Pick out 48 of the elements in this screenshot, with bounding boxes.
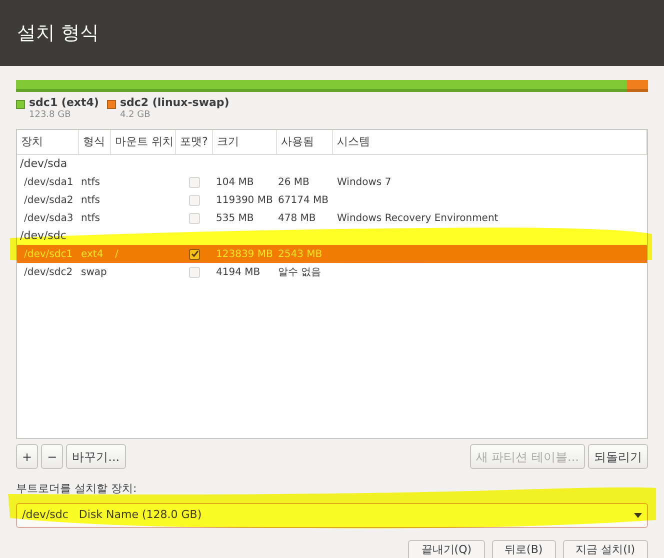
table-cell-text: /dev/sda1 bbox=[23, 176, 74, 190]
toolbar-button[interactable]: 바꾸기... bbox=[66, 444, 126, 469]
toolbar-button[interactable]: − bbox=[41, 444, 64, 469]
toolbar-button[interactable]: 되돌리기 bbox=[588, 444, 648, 469]
disk-name: /dev/sda bbox=[20, 156, 68, 172]
table-cell: 535 MB bbox=[216, 212, 254, 224]
table-cell: swap bbox=[81, 266, 107, 278]
table-cell: ntfs bbox=[81, 212, 100, 224]
table-cell: Windows Recovery Environment bbox=[337, 212, 498, 224]
footer-button[interactable]: 끝내기(Q) bbox=[408, 540, 485, 558]
partition-row[interactable]: /dev/sda2 ntfs 119390 MB 67174 MB bbox=[17, 191, 647, 209]
column-header[interactable]: 마운트 위치 bbox=[111, 130, 176, 154]
column-header[interactable]: 사용됨 bbox=[277, 130, 333, 154]
column-header[interactable]: 포맷? bbox=[176, 130, 213, 154]
column-header[interactable]: 시스템 bbox=[333, 130, 647, 154]
column-header[interactable]: 크기 bbox=[213, 130, 277, 154]
legend-size: 4.2 GB bbox=[120, 109, 152, 121]
bootloader-label: 부트로더를 설치할 장치: bbox=[16, 481, 138, 497]
table-cell: ntfs bbox=[81, 194, 100, 206]
table-cell: 26 MB bbox=[278, 176, 310, 188]
table-cell: 알수 없음 bbox=[278, 266, 322, 278]
footer-button[interactable]: 지금 설치(I) bbox=[562, 540, 648, 558]
table-cell: 2543 MB bbox=[278, 248, 322, 260]
table-cell: ntfs bbox=[81, 176, 100, 188]
footer-button[interactable]: 뒤로(B) bbox=[492, 540, 556, 558]
legend-label: sdc2 (linux-swap) bbox=[120, 97, 230, 109]
partition-row[interactable]: /dev/sdc2 swap 4194 MB 알수 없음 bbox=[17, 263, 647, 281]
table-cell: 4194 MB bbox=[216, 266, 260, 278]
table-cell: 119390 MB bbox=[216, 194, 273, 206]
table-cell: 478 MB bbox=[278, 212, 316, 224]
legend-label: sdc1 (ext4) bbox=[29, 97, 99, 109]
table-cell-text: /dev/sda3 bbox=[23, 212, 74, 226]
partition-row[interactable]: /dev/sda3 ntfs 535 MB 478 MB Windows Recovery Environment bbox=[17, 209, 647, 227]
table-cell: 67174 MB bbox=[278, 194, 328, 206]
toolbar-button[interactable]: + bbox=[16, 444, 38, 469]
table-cell: / bbox=[115, 248, 118, 260]
table-cell: Windows 7 bbox=[337, 176, 392, 188]
table-cell: 123839 MB bbox=[216, 248, 273, 260]
table-cell-text: /dev/sdc1 bbox=[23, 248, 74, 262]
column-header[interactable]: 장치 bbox=[17, 130, 79, 154]
table-cell: 104 MB bbox=[216, 176, 254, 188]
window-title: 설치 형식 bbox=[17, 20, 100, 46]
partition-row[interactable]: /dev/sda1 ntfs 104 MB 26 MB Windows 7 bbox=[17, 173, 647, 191]
table-cell-text: /dev/sda2 bbox=[23, 194, 74, 208]
table-cell: ext4 bbox=[81, 248, 104, 260]
legend-size: 123.8 GB bbox=[29, 109, 72, 121]
column-header[interactable]: 형식 bbox=[79, 130, 111, 154]
table-cell-text: /dev/sdc2 bbox=[23, 266, 74, 280]
